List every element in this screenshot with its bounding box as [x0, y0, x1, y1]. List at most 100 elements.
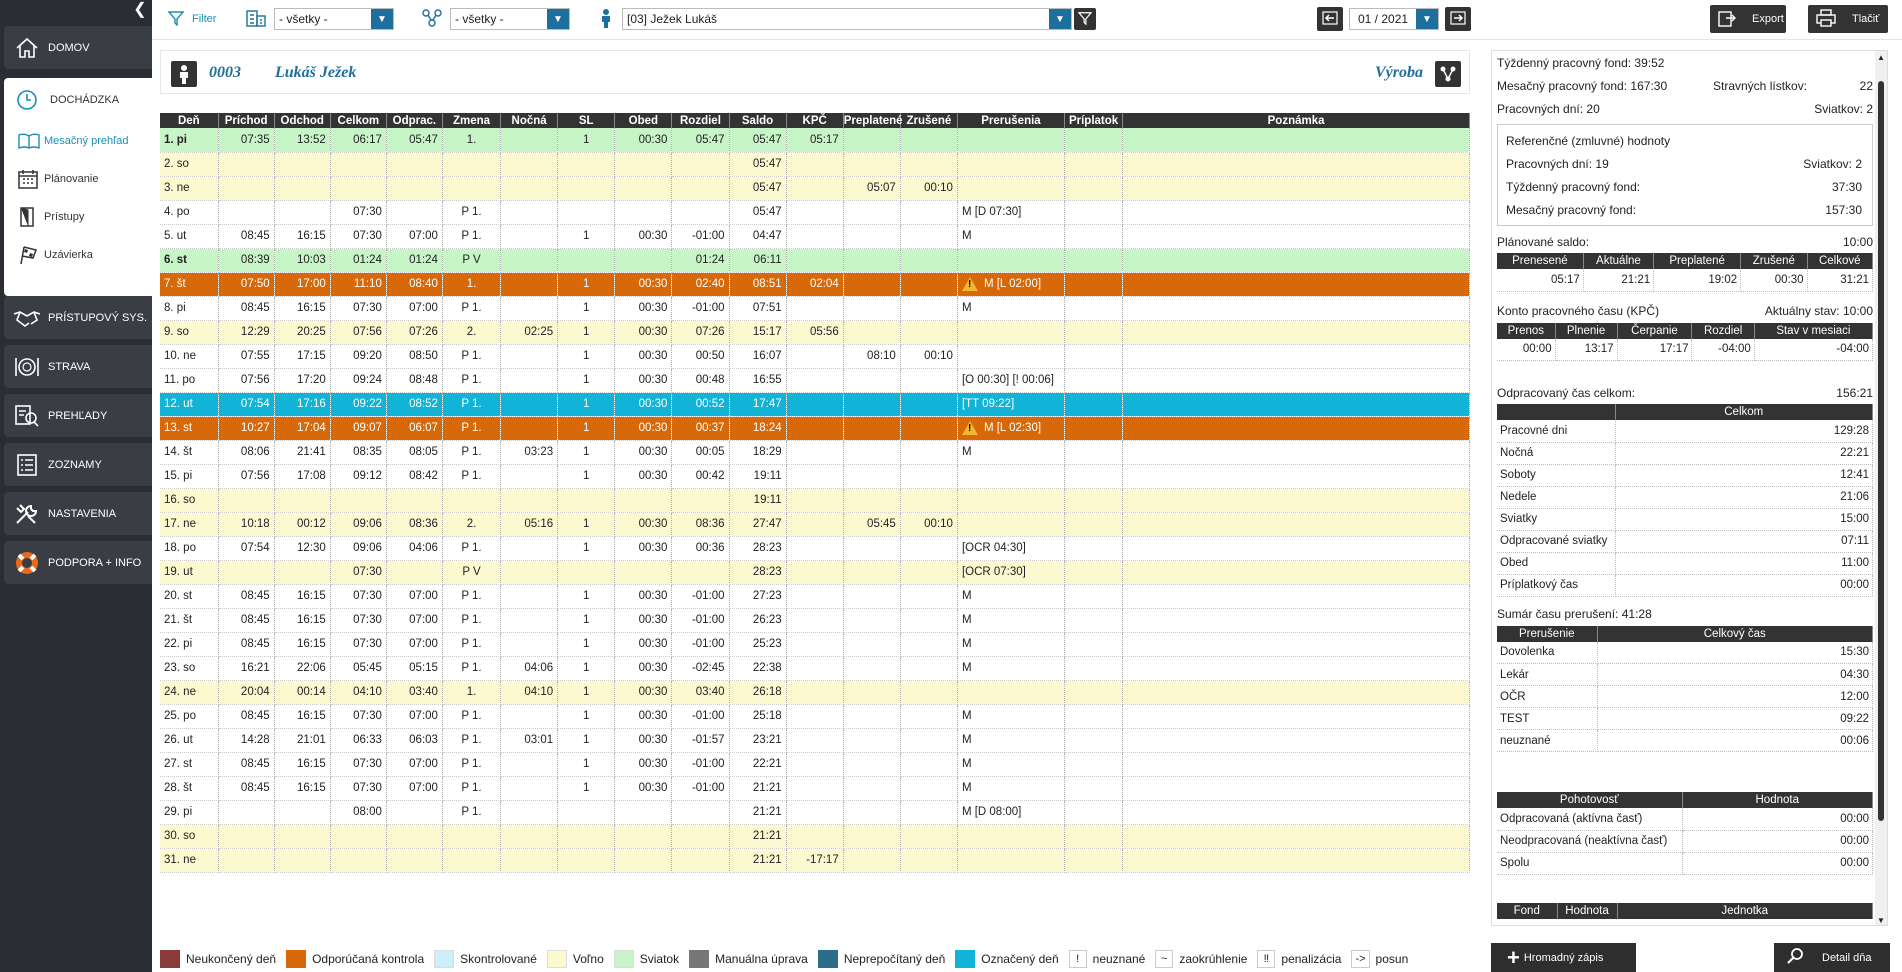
chevron-down-icon[interactable]: ▼	[547, 9, 569, 29]
column-header[interactable]: Rozdiel	[671, 113, 730, 128]
table-row[interactable]: 17. ne 10:18 00:12 09:06 08:36 2. 05:16 1 00:30 0…	[160, 512, 1470, 537]
panel-scrollbar[interactable]: ▲ ▼	[1875, 51, 1887, 925]
column-header[interactable]: Poznámka	[1122, 113, 1470, 128]
sidebar-sub-uzavierka[interactable]: Uzávierka	[4, 236, 152, 274]
chevron-down-icon[interactable]: ▼	[371, 9, 393, 29]
table-cell	[614, 488, 673, 513]
table-row[interactable]: 11. po 07:56 17:20 09:24 08:48 P 1. 1 00:30 00:4…	[160, 368, 1470, 393]
sidebar-item-podpora[interactable]: PODPORA + INFO	[4, 541, 152, 584]
table-cell	[900, 776, 958, 801]
table-row[interactable]: 18. po 07:54 12:30 09:06 04:06 P 1. 1 00:30 00:3…	[160, 536, 1470, 561]
employee-filter-button[interactable]	[1074, 8, 1096, 30]
column-header[interactable]: Prerušenia	[957, 113, 1066, 128]
table-row[interactable]: 21. št 08:45 16:15 07:30 07:00 P 1. 1 00:30 -01:…	[160, 608, 1470, 633]
sidebar-item-dochadzka[interactable]: DOCHÁDZKA	[4, 78, 152, 122]
period-select[interactable]: 01 / 2021 ▼	[1349, 8, 1439, 30]
table-cell: 5. ut	[160, 224, 219, 249]
column-header[interactable]: Nočná	[500, 113, 559, 128]
table-row[interactable]: 31. ne 21:21 -17:17	[160, 848, 1470, 873]
employee-select[interactable]: [03] Ježek Lukáš ▼	[622, 8, 1072, 30]
sidebar-item-domov[interactable]: DOMOV	[4, 26, 152, 69]
column-header[interactable]: Preplatené	[843, 113, 903, 128]
sidebar-item-zoznamy[interactable]: ZOZNAMY	[4, 443, 152, 486]
sidebar-item-strava[interactable]: STRAVA	[4, 345, 152, 388]
table-cell	[442, 152, 502, 177]
table-cell: 00:30	[614, 728, 673, 753]
print-button[interactable]: Tlačiť	[1808, 5, 1888, 33]
sidebar-item-nastavenia[interactable]: NASTAVENIA	[4, 492, 152, 535]
column-header[interactable]: Celkom	[330, 113, 387, 128]
table-row[interactable]: 7. št 07:50 17:00 11:10 08:40 1. 1 00:30 02:40 08…	[160, 272, 1470, 297]
column-header[interactable]: Obed	[614, 113, 673, 128]
table-cell	[786, 632, 844, 657]
column-header[interactable]: Zmena	[442, 113, 502, 128]
table-row[interactable]: 9. so 12:29 20:25 07:56 07:26 2. 02:25 1 00:30 07…	[160, 320, 1470, 345]
table-row[interactable]: 2. so 05:47	[160, 152, 1470, 177]
table-row[interactable]: 4. po 07:30 P 1. 05:47 M [D 07:30]	[160, 200, 1470, 225]
chevron-down-icon[interactable]: ▼	[1049, 9, 1071, 29]
table-row[interactable]: 29. pi 08:00 P 1. 21:21 M [D 08:00]	[160, 800, 1470, 825]
cell-value: 00:14	[297, 686, 326, 698]
table-row[interactable]: 3. ne 05:47 05:07 00:10	[160, 176, 1470, 201]
table-row[interactable]: 26. ut 14:28 21:01 06:33 06:03 P 1. 03:01 1 00:3…	[160, 728, 1470, 753]
export-button[interactable]: Export	[1710, 5, 1786, 33]
column-header[interactable]: Odprac.	[386, 113, 443, 128]
cell-value: M	[961, 302, 972, 314]
column-header[interactable]: Deň	[160, 113, 219, 128]
table-row[interactable]: 10. ne 07:55 17:15 09:20 08:50 P 1. 1 00:30 00:5…	[160, 344, 1470, 369]
table-cell: 00:30	[614, 776, 673, 801]
column-header[interactable]: Príchod	[218, 113, 275, 128]
bulk-entry-button[interactable]: + Hromadný zápis	[1491, 943, 1636, 972]
cell-value: 00:10	[924, 182, 953, 194]
table-row[interactable]: 16. so 19:11	[160, 488, 1470, 513]
table-row[interactable]: 1. pi 07:35 13:52 06:17 05:47 1. 1 00:30 05:47 05…	[160, 128, 1470, 153]
table-row[interactable]: 13. st 10:27 17:04 09:07 06:07 P 1. 1 00:30 00:3…	[160, 416, 1470, 441]
next-period-button[interactable]	[1445, 7, 1471, 31]
table-cell: 16:15	[274, 752, 331, 777]
day-detail-button[interactable]: Detail dňa	[1774, 943, 1890, 972]
scrollbar-thumb[interactable]	[1878, 81, 1884, 821]
column-header[interactable]: KPČ	[786, 113, 844, 128]
table-row[interactable]: 25. po 08:45 16:15 07:30 07:00 P 1. 1 00:30 -01:…	[160, 704, 1470, 729]
column-header[interactable]: Saldo	[729, 113, 787, 128]
scroll-down-icon[interactable]: ▼	[1877, 916, 1885, 925]
column-header[interactable]: Odchod	[274, 113, 331, 128]
group-select-2[interactable]: - všetky - ▼	[450, 8, 570, 30]
table-row[interactable]: 5. ut 08:45 16:15 07:30 07:00 P 1. 1 00:30 -01:0…	[160, 224, 1470, 249]
table-row[interactable]: 27. st 08:45 16:15 07:30 07:00 P 1. 1 00:30 -01:…	[160, 752, 1470, 777]
table-cell	[1122, 752, 1470, 777]
sidebar-item-prehlady[interactable]: PREHĽADY	[4, 394, 152, 437]
column-header[interactable]: SL	[557, 113, 616, 128]
table-row[interactable]: 12. ut 07:54 17:16 09:22 08:52 P 1. 1 00:30 00:5…	[160, 392, 1470, 417]
column-header[interactable]: Príplatok	[1064, 113, 1124, 128]
filter-button[interactable]: Filter	[167, 7, 216, 31]
table-row[interactable]: 15. pi 07:56 17:08 09:12 08:42 P 1. 1 00:30 00:4…	[160, 464, 1470, 489]
department-tree-icon[interactable]	[1435, 61, 1461, 87]
prev-period-button[interactable]	[1317, 7, 1343, 31]
table-row[interactable]: 8. pi 08:45 16:15 07:30 07:00 P 1. 1 00:30 -01:0…	[160, 296, 1470, 321]
table-cell: [TT 09:22]	[957, 392, 1066, 417]
table-row[interactable]: 28. št 08:45 16:15 07:30 07:00 P 1. 1 00:30 -01:…	[160, 776, 1470, 801]
sidebar-sub-pristupy[interactable]: Prístupy	[4, 198, 152, 236]
table-row[interactable]: 20. st 08:45 16:15 07:30 07:00 P 1. 1 00:30 -01:…	[160, 584, 1470, 609]
collapse-sidebar-icon[interactable]: ❮	[128, 0, 152, 20]
table-cell: -01:00	[671, 224, 730, 249]
table-row[interactable]: 30. so 21:21	[160, 824, 1470, 849]
cell-value: 20:04	[240, 686, 270, 698]
table-row[interactable]: 19. ut 07:30 P V 28:23 [OCR 07:30]	[160, 560, 1470, 585]
table-row[interactable]: 22. pi 08:45 16:15 07:30 07:00 P 1. 1 00:30 -01:…	[160, 632, 1470, 657]
table-cell: 07:30	[330, 776, 387, 801]
table-cell: 00:50	[671, 344, 730, 369]
sidebar-sub-mesacny-prehlad[interactable]: Mesačný prehľad	[4, 122, 152, 160]
table-row[interactable]: 14. št 08:06 21:41 08:35 08:05 P 1. 03:23 1 00:3…	[160, 440, 1470, 465]
scroll-up-icon[interactable]: ▲	[1877, 53, 1885, 62]
cell-value: 02:04	[809, 278, 839, 290]
sidebar-sub-planovanie[interactable]: Plánovanie	[4, 160, 152, 198]
group-select-1[interactable]: - všetky - ▼	[274, 8, 394, 30]
table-row[interactable]: 23. so 16:21 22:06 05:45 05:15 P 1. 04:06 1 00:3…	[160, 656, 1470, 681]
chevron-down-icon[interactable]: ▼	[1416, 9, 1438, 29]
table-row[interactable]: 24. ne 20:04 00:14 04:10 03:40 1. 04:10 1 00:30 0…	[160, 680, 1470, 705]
sidebar-item-pristupovy-sys[interactable]: PRÍSTUPOVÝ SYS.	[4, 296, 152, 339]
column-header[interactable]: Zrušené	[900, 113, 958, 128]
table-row[interactable]: 6. st 08:39 10:03 01:24 01:24 P V 01:24 06:11	[160, 248, 1470, 273]
